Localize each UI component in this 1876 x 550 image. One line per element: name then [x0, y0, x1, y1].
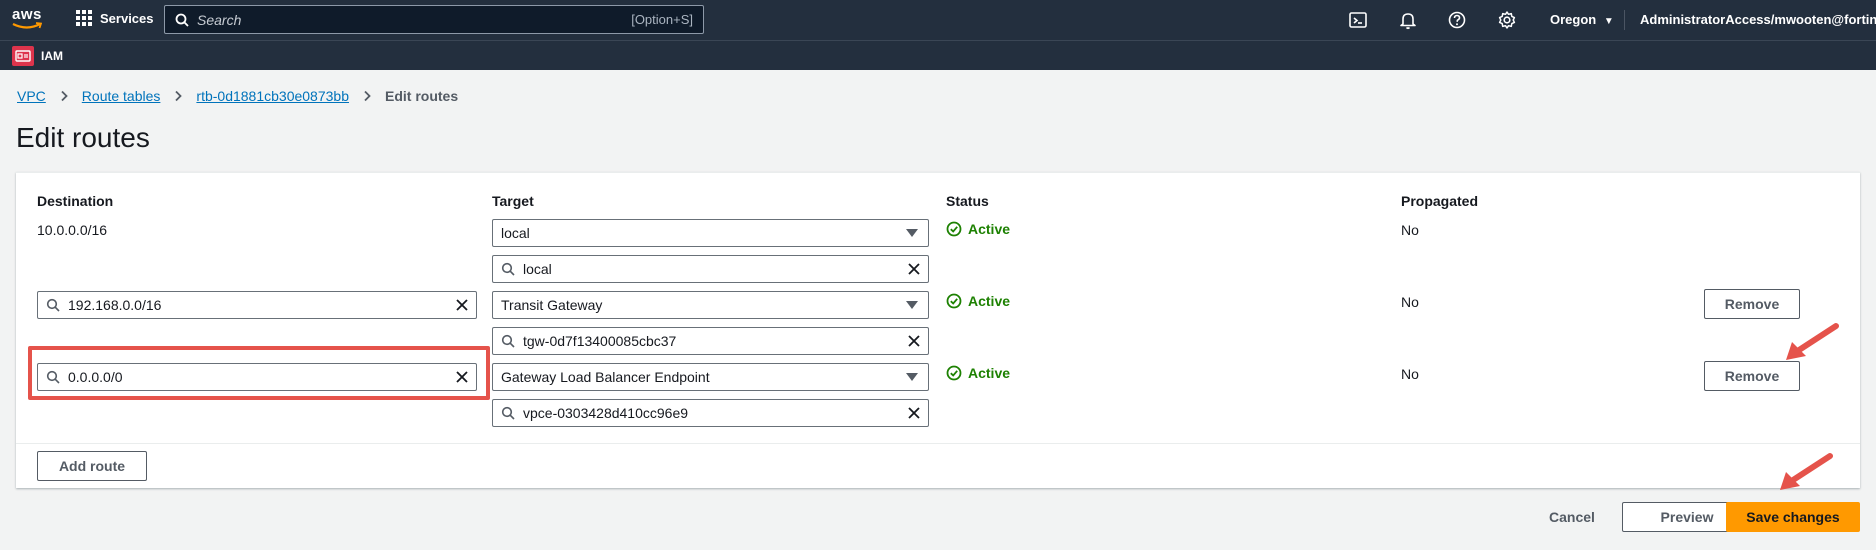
annotation-arrow-icon: [1786, 323, 1839, 360]
target-id-value: tgw-0d7f13400085cbc37: [523, 333, 677, 349]
search-icon: [46, 370, 60, 384]
aws-logo-text: aws: [12, 6, 42, 23]
header-destination: Destination: [37, 193, 114, 209]
search-input[interactable]: Search [Option+S]: [164, 5, 704, 34]
status-text: Active: [968, 293, 1011, 309]
nav-divider: [1624, 10, 1625, 30]
breadcrumb: VPC Route tables rtb-0d1881cb30e0873bb E…: [17, 88, 458, 104]
caret-down-icon: [906, 229, 918, 237]
target-id-value: local: [523, 261, 552, 277]
header-status: Status: [946, 193, 989, 209]
account-menu[interactable]: AdministratorAccess/mwooten@fortinet.com: [1640, 12, 1876, 27]
target-type-select[interactable]: local: [492, 219, 929, 247]
service-bar: IAM: [0, 40, 1876, 70]
propagated-text: No: [1401, 222, 1419, 238]
propagated-text: No: [1401, 294, 1419, 310]
clear-icon[interactable]: [900, 256, 928, 282]
check-circle-icon: [946, 365, 962, 381]
check-circle-icon: [946, 221, 962, 237]
breadcrumb-route-tables[interactable]: Route tables: [82, 88, 161, 104]
services-menu[interactable]: Services: [76, 10, 154, 26]
target-type-value: Transit Gateway: [501, 297, 603, 313]
target-id-input[interactable]: tgw-0d7f13400085cbc37: [492, 327, 929, 355]
search-icon: [501, 262, 515, 276]
status-badge: Active: [946, 221, 1010, 237]
bell-icon[interactable]: [1398, 10, 1418, 30]
cancel-button[interactable]: Cancel: [1549, 509, 1595, 525]
destination-value: 0.0.0.0/0: [68, 369, 123, 385]
routes-panel: Destination Target Status Propagated 10.…: [16, 172, 1860, 488]
status-text: Active: [968, 365, 1011, 381]
iam-service-icon[interactable]: [12, 46, 34, 66]
chevron-right-icon: [364, 90, 371, 102]
search-icon: [46, 298, 60, 312]
chevron-right-icon: [175, 90, 183, 102]
destination-value: 192.168.0.0/16: [68, 297, 162, 313]
breadcrumb-current: Edit routes: [384, 88, 459, 104]
search-icon: [501, 334, 515, 348]
target-type-select[interactable]: Gateway Load Balancer Endpoint: [492, 363, 929, 391]
top-nav: aws Services Search [Option+S] Oregon ▼ …: [0, 0, 1876, 40]
target-id-input[interactable]: vpce-0303428d410cc96e9: [492, 399, 929, 427]
page-title: Edit routes: [16, 122, 150, 153]
panel-divider: [16, 443, 1860, 444]
target-type-value: Gateway Load Balancer Endpoint: [501, 369, 710, 385]
grid-icon: [76, 10, 92, 26]
status-text: Active: [968, 221, 1011, 237]
breadcrumb-vpc[interactable]: VPC: [17, 88, 46, 104]
iam-service-label[interactable]: IAM: [41, 49, 63, 63]
aws-smile-icon: [12, 22, 42, 29]
region-label: Oregon: [1550, 12, 1597, 27]
status-badge: Active: [946, 365, 1010, 381]
target-type-value: local: [501, 225, 530, 241]
search-icon: [175, 13, 189, 27]
clear-icon[interactable]: [448, 364, 476, 390]
header-target: Target: [492, 193, 534, 209]
target-id-input[interactable]: local: [492, 255, 929, 283]
destination-text: 10.0.0.0/16: [37, 222, 108, 238]
region-selector[interactable]: Oregon ▼: [1550, 12, 1614, 27]
annotation-arrow-icon: [1780, 453, 1833, 490]
add-route-button[interactable]: Add route: [37, 451, 147, 481]
help-icon[interactable]: [1447, 10, 1467, 30]
search-icon: [501, 406, 515, 420]
status-badge: Active: [946, 293, 1010, 309]
clear-icon[interactable]: [900, 400, 928, 426]
caret-down-icon: [906, 301, 918, 309]
target-type-select[interactable]: Transit Gateway: [492, 291, 929, 319]
caret-down-icon: ▼: [1603, 16, 1614, 27]
clear-icon[interactable]: [900, 328, 928, 354]
search-placeholder: Search: [197, 11, 242, 28]
remove-route-button[interactable]: Remove: [1704, 361, 1800, 391]
destination-input[interactable]: 192.168.0.0/16: [37, 291, 477, 319]
chevron-right-icon: [61, 90, 68, 102]
destination-input[interactable]: 0.0.0.0/0: [37, 363, 477, 391]
save-changes-button[interactable]: Save changes: [1726, 502, 1860, 532]
aws-logo[interactable]: aws: [12, 6, 44, 34]
clear-icon[interactable]: [448, 292, 476, 318]
services-label: Services: [100, 10, 154, 26]
caret-down-icon: [906, 373, 918, 381]
cloudshell-icon[interactable]: [1348, 10, 1368, 30]
check-circle-icon: [946, 293, 962, 309]
gear-icon[interactable]: [1497, 10, 1517, 30]
breadcrumb-route-table-id[interactable]: rtb-0d1881cb30e0873bb: [196, 88, 349, 104]
remove-route-button[interactable]: Remove: [1704, 289, 1800, 319]
header-propagated: Propagated: [1401, 193, 1479, 209]
target-id-value: vpce-0303428d410cc96e9: [523, 405, 689, 421]
search-shortcut: [Option+S]: [631, 12, 693, 27]
propagated-text: No: [1401, 366, 1419, 382]
